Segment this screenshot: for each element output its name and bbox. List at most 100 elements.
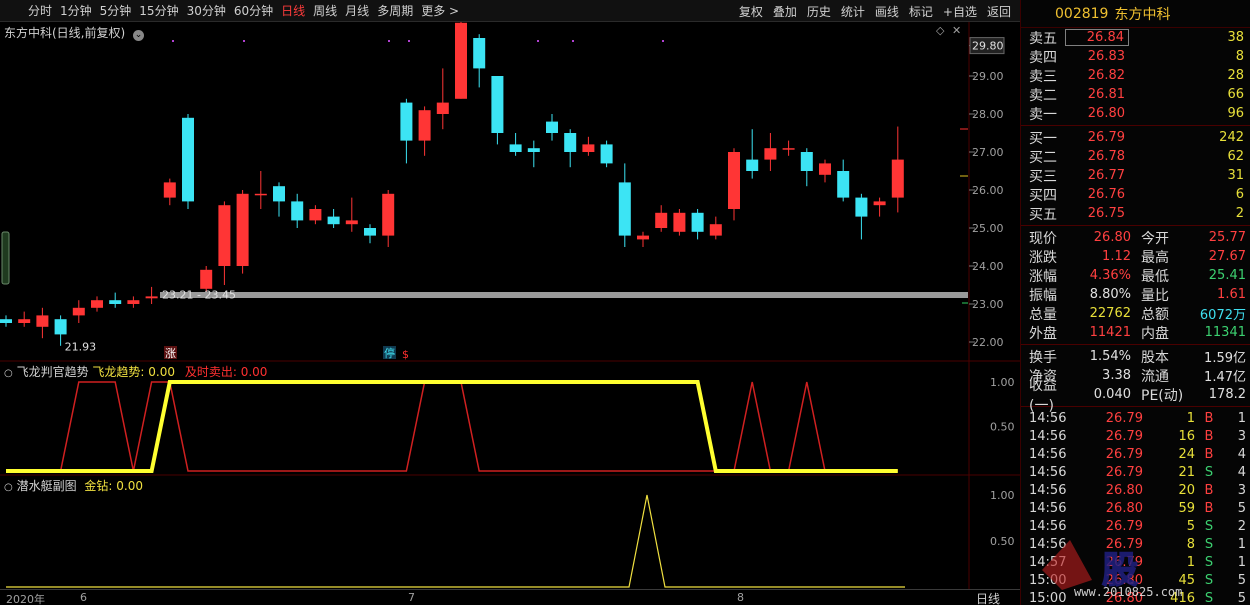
support-band: [160, 292, 968, 298]
candle-body[interactable]: [891, 159, 904, 198]
event-marker[interactable]: [572, 40, 574, 42]
tool-button[interactable]: 画线: [870, 3, 904, 20]
tool-button[interactable]: 复权: [734, 3, 768, 20]
period-tab[interactable]: 日线: [277, 2, 309, 19]
candle-body[interactable]: [782, 148, 795, 150]
candle-body[interactable]: [527, 148, 540, 152]
period-tab[interactable]: 5分钟: [96, 2, 136, 19]
period-tab[interactable]: 分时: [24, 2, 56, 19]
candle-body[interactable]: [564, 133, 577, 152]
book-row[interactable]: 买三 26.77 31: [1021, 166, 1250, 185]
period-tab[interactable]: 15分钟: [135, 2, 182, 19]
candle-body[interactable]: [436, 102, 449, 114]
candle-body[interactable]: [819, 163, 831, 175]
candle-body[interactable]: [54, 319, 67, 335]
candle-body[interactable]: [473, 38, 486, 69]
book-row[interactable]: 卖二 26.81 66: [1021, 85, 1250, 104]
candle-body[interactable]: [655, 212, 668, 228]
candle-body[interactable]: [145, 296, 158, 299]
tool-button[interactable]: 标记: [904, 3, 938, 20]
candle-body[interactable]: [746, 159, 759, 171]
candle-body[interactable]: [273, 186, 285, 202]
quote-label: 总额: [1141, 306, 1169, 323]
candle-body[interactable]: [637, 235, 649, 240]
candle-body[interactable]: [72, 307, 85, 316]
book-row[interactable]: 买一 26.79 242: [1021, 128, 1250, 147]
candle-body[interactable]: [600, 144, 613, 164]
candle-body[interactable]: [364, 228, 376, 236]
chevron-down-icon[interactable]: ⌄: [133, 30, 145, 41]
candle-body[interactable]: [673, 212, 686, 232]
candle-body[interactable]: [728, 152, 740, 209]
period-tab[interactable]: 多周期: [373, 2, 417, 19]
candle-body[interactable]: [491, 76, 504, 133]
period-tab[interactable]: 周线: [309, 2, 341, 19]
close-icon[interactable]: ✕: [952, 24, 961, 37]
candle-body[interactable]: [418, 110, 431, 141]
chevron-down-icon[interactable]: ○: [4, 482, 13, 493]
candle-body[interactable]: [163, 182, 176, 198]
event-marker[interactable]: [243, 40, 245, 42]
event-marker[interactable]: [662, 40, 664, 42]
ind1-s1-label: 飞龙趋势:: [92, 365, 145, 379]
quote-label: 总量: [1029, 306, 1057, 323]
diamond-icon[interactable]: ◇: [936, 24, 945, 37]
quote-label: 今开: [1141, 230, 1169, 247]
candle-body[interactable]: [127, 300, 140, 304]
chevron-down-icon[interactable]: ○: [4, 368, 13, 379]
candle-body[interactable]: [109, 300, 122, 304]
event-marker[interactable]: [388, 40, 390, 42]
tool-button[interactable]: +自选: [938, 3, 982, 20]
candle-body[interactable]: [236, 193, 249, 266]
book-row[interactable]: 买二 26.78 62: [1021, 147, 1250, 166]
scroll-thumb[interactable]: [1, 231, 10, 285]
tool-button[interactable]: 叠加: [768, 3, 802, 20]
book-row[interactable]: 卖一 26.80 96: [1021, 104, 1250, 123]
book-row[interactable]: 卖四 26.83 8: [1021, 47, 1250, 66]
candle-body[interactable]: [618, 182, 631, 236]
candle-body[interactable]: [582, 144, 595, 152]
candle-body[interactable]: [327, 216, 340, 225]
candle-body[interactable]: [509, 144, 522, 152]
period-tab[interactable]: 30分钟: [183, 2, 230, 19]
candle-body[interactable]: [455, 22, 467, 99]
period-tab[interactable]: 更多 >: [417, 2, 463, 19]
candle-body[interactable]: [218, 205, 231, 266]
candle-body[interactable]: [546, 121, 558, 133]
candle-body[interactable]: [291, 201, 304, 221]
price-chart[interactable]: 29.80 29.00 28.00 27.00 26.00 25.00 24.00 23.00…: [0, 22, 1020, 605]
event-marker[interactable]: [172, 40, 174, 42]
candle-body[interactable]: [36, 315, 49, 327]
tool-button[interactable]: 统计: [836, 3, 870, 20]
candle-body[interactable]: [345, 220, 358, 225]
candle-body[interactable]: [691, 212, 704, 232]
book-row[interactable]: 卖三 26.82 28: [1021, 66, 1250, 85]
candle-body[interactable]: [800, 152, 813, 171]
period-tab[interactable]: 月线: [341, 2, 373, 19]
candle-body[interactable]: [182, 117, 194, 202]
candle-body[interactable]: [254, 193, 267, 196]
book-row[interactable]: 卖五 26.84 38: [1021, 28, 1250, 47]
candle-body[interactable]: [709, 224, 722, 236]
period-tab[interactable]: 1分钟: [56, 2, 96, 19]
event-marker[interactable]: [537, 40, 539, 42]
candle-body[interactable]: [91, 300, 103, 308]
candle-body[interactable]: [764, 148, 777, 160]
axis-period-label[interactable]: 日线: [976, 590, 1000, 605]
candle-body[interactable]: [0, 319, 12, 323]
quote-value: 11421: [1089, 325, 1131, 340]
candle-body[interactable]: [18, 319, 31, 323]
candle-body[interactable]: [382, 193, 395, 236]
candle-body[interactable]: [400, 102, 413, 141]
candle-body[interactable]: [873, 201, 886, 206]
book-row[interactable]: 买四 26.76 6: [1021, 185, 1250, 204]
event-marker[interactable]: [408, 40, 410, 42]
book-row[interactable]: 买五 26.75 2: [1021, 204, 1250, 223]
period-tab[interactable]: 60分钟: [230, 2, 277, 19]
tool-button[interactable]: 返回: [982, 3, 1016, 20]
candle-body[interactable]: [200, 269, 213, 289]
candle-body[interactable]: [837, 171, 850, 198]
candle-body[interactable]: [855, 197, 868, 217]
tool-button[interactable]: 历史: [802, 3, 836, 20]
candle-body[interactable]: [309, 209, 322, 221]
